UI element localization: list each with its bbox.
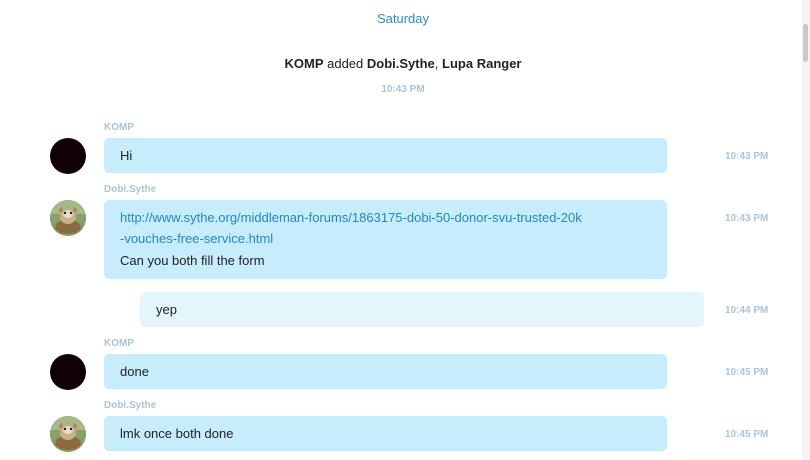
system-verb: added: [327, 56, 364, 71]
own-message-bubble[interactable]: yep: [140, 292, 704, 327]
message-time: 10:43 PM: [725, 213, 769, 224]
message-time: 10:44 PM: [725, 305, 769, 316]
message-bubble[interactable]: http://www.sythe.org/middleman-forums/18…: [104, 200, 667, 279]
scrollbar-thumb[interactable]: [803, 24, 808, 62]
vertical-scrollbar[interactable]: [802, 0, 810, 460]
avatar[interactable]: [50, 200, 86, 236]
message-text: Hi: [120, 148, 133, 163]
system-target-1: Dobi.Sythe: [366, 56, 435, 71]
message-bubble[interactable]: lmk once both done: [104, 416, 667, 451]
message-time: 10:45 PM: [725, 367, 769, 378]
system-message-time: 10:43 PM: [381, 84, 425, 95]
message-text: Can you both fill the form: [120, 253, 265, 268]
hamster-photo-icon: [50, 416, 86, 452]
message-sender: Dobi.Sythe: [104, 400, 157, 411]
avatar[interactable]: [50, 354, 86, 390]
message-time: 10:43 PM: [725, 151, 769, 162]
message-text: done: [120, 364, 149, 379]
hamster-photo-icon: [50, 200, 86, 236]
message-sender: Dobi.Sythe: [104, 184, 157, 195]
system-separator: ,: [434, 56, 443, 71]
message-link[interactable]: http://www.sythe.org/middleman-forums/18…: [120, 207, 651, 249]
day-separator: Saturday: [376, 11, 430, 26]
message-sender: KOMP: [104, 122, 134, 133]
message-sender: KOMP: [104, 338, 134, 349]
message-bubble[interactable]: done: [104, 354, 667, 389]
message-bubble[interactable]: Hi: [104, 138, 667, 173]
system-message: KOMP added Dobi.Sythe, Lupa Ranger: [0, 56, 806, 71]
system-target-2: Lupa Ranger: [442, 56, 522, 71]
system-actor: KOMP: [284, 56, 324, 71]
message-text: lmk once both done: [120, 426, 234, 441]
message-time: 10:45 PM: [725, 429, 769, 440]
message-text: yep: [156, 302, 177, 317]
avatar[interactable]: [50, 138, 86, 174]
avatar[interactable]: [50, 416, 86, 452]
